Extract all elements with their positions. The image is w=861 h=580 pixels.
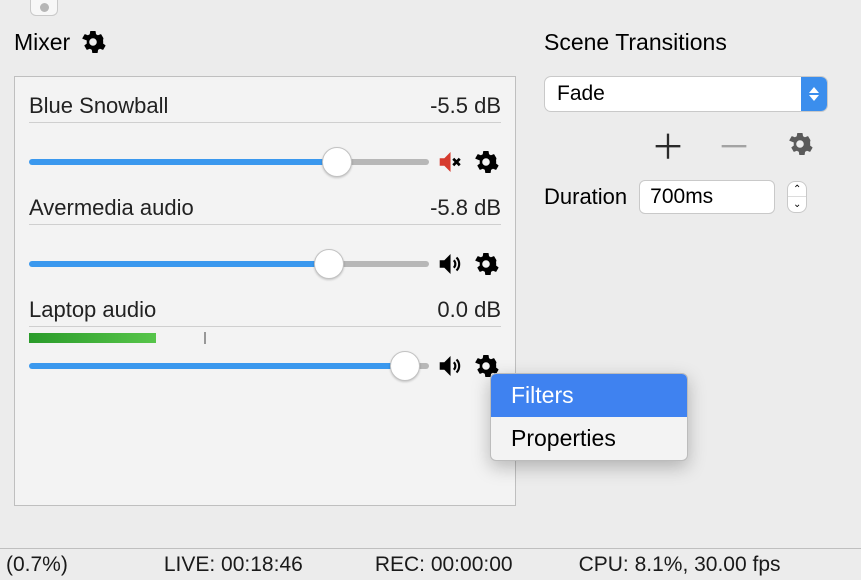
gear-icon[interactable]: [786, 130, 814, 158]
mixer-channel: Avermedia audio -5.8 dB: [29, 189, 501, 291]
gear-icon[interactable]: [80, 29, 106, 55]
plus-icon[interactable]: ＋: [654, 130, 682, 158]
mixer-panel: Blue Snowball -5.5 dB: [14, 76, 516, 506]
duration-stepper[interactable]: ⌃ ⌄: [787, 181, 807, 213]
duration-input[interactable]: [639, 180, 775, 214]
transition-select[interactable]: Fade: [544, 76, 828, 112]
volume-slider[interactable]: [29, 356, 429, 376]
tab-dot: [40, 3, 49, 12]
mixer-title: Mixer: [14, 29, 70, 56]
select-arrows-icon: [801, 77, 827, 111]
context-menu: Filters Properties: [490, 373, 688, 461]
volume-slider[interactable]: [29, 152, 429, 172]
channel-name: Avermedia audio: [29, 195, 194, 221]
status-rec: REC: 00:00:00: [375, 553, 513, 577]
status-bar: (0.7%) LIVE: 00:18:46 REC: 00:00:00 CPU:…: [0, 548, 861, 580]
chevron-up-icon[interactable]: ⌃: [788, 182, 806, 197]
volume-slider[interactable]: [29, 254, 429, 274]
duration-label: Duration: [544, 184, 627, 210]
speaker-muted-icon[interactable]: [435, 149, 465, 175]
transition-selected: Fade: [545, 77, 801, 111]
status-live: LIVE: 00:18:46: [164, 553, 303, 577]
channel-meter: [29, 333, 501, 343]
window-tab-stub: [30, 0, 58, 16]
channel-db: -5.5 dB: [430, 93, 501, 119]
chevron-down-icon[interactable]: ⌄: [788, 197, 806, 212]
gear-icon[interactable]: [471, 149, 501, 175]
channel-db: -5.8 dB: [430, 195, 501, 221]
channel-db: 0.0 dB: [437, 297, 501, 323]
channel-meter: [29, 231, 501, 241]
context-menu-item-filters[interactable]: Filters: [491, 374, 687, 417]
status-drop: (0.7%): [6, 553, 68, 577]
speaker-icon[interactable]: [435, 251, 465, 277]
context-menu-item-properties[interactable]: Properties: [491, 417, 687, 460]
minus-icon[interactable]: －: [720, 130, 748, 158]
channel-name: Laptop audio: [29, 297, 156, 323]
scene-transitions-title: Scene Transitions: [544, 29, 727, 56]
mixer-channel: Blue Snowball -5.5 dB: [29, 87, 501, 189]
mixer-channel: Laptop audio 0.0 dB: [29, 291, 501, 393]
channel-meter: [29, 129, 501, 139]
channel-name: Blue Snowball: [29, 93, 168, 119]
gear-icon[interactable]: [471, 251, 501, 277]
speaker-icon[interactable]: [435, 353, 465, 379]
status-cpu: CPU: 8.1%, 30.00 fps: [579, 553, 781, 577]
